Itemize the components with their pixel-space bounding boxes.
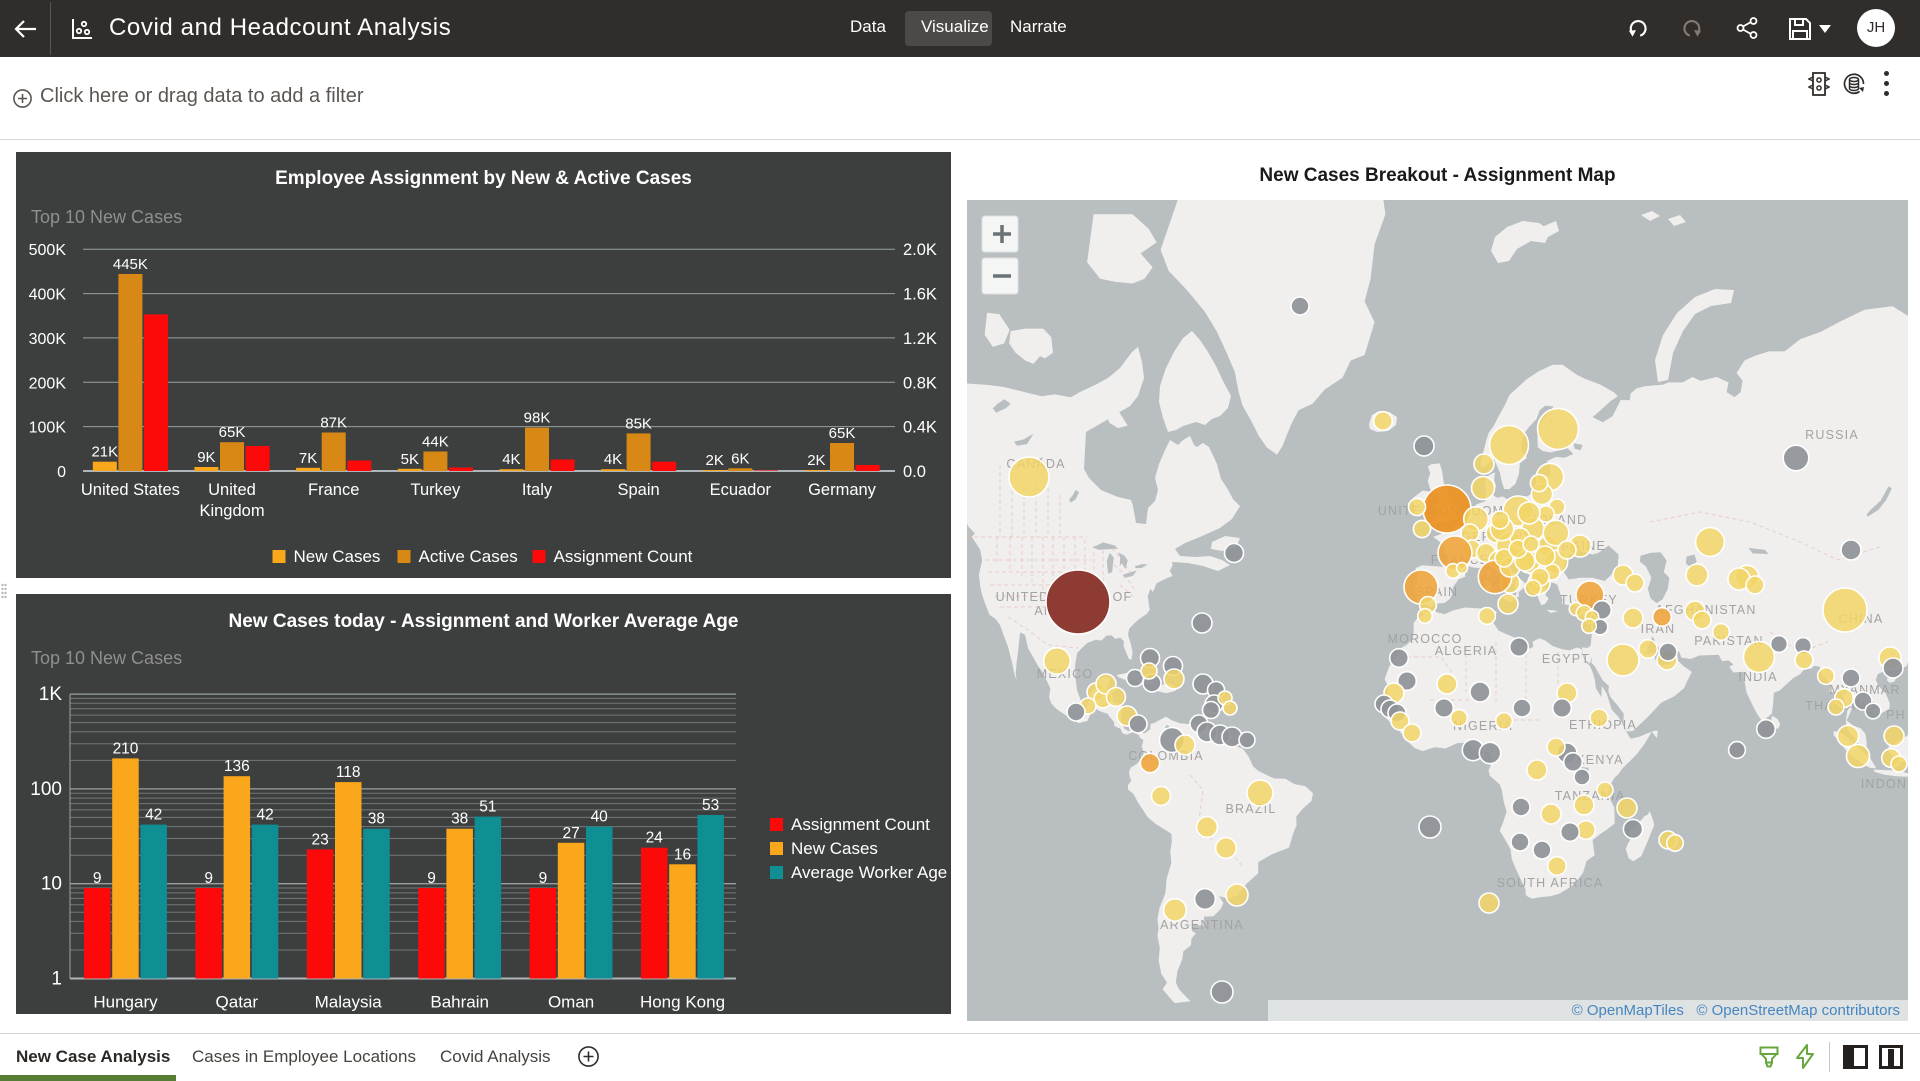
svg-text:24: 24 [646, 830, 664, 847]
svg-text:85K: 85K [625, 415, 652, 432]
svg-text:4K: 4K [604, 451, 622, 468]
svg-text:500K: 500K [29, 242, 67, 259]
svg-text:EGYPT: EGYPT [1542, 652, 1590, 666]
svg-text:87K: 87K [320, 415, 347, 432]
svg-text:136: 136 [224, 758, 250, 775]
svg-text:Oman: Oman [548, 993, 594, 1012]
svg-text:RUSSIA: RUSSIA [1805, 428, 1859, 442]
svg-text:65K: 65K [829, 425, 856, 442]
svg-text:42: 42 [256, 807, 273, 824]
svg-text:400K: 400K [29, 287, 67, 304]
svg-text:38: 38 [451, 811, 468, 828]
svg-text:Turkey: Turkey [410, 481, 461, 499]
svg-text:Germany: Germany [808, 481, 877, 499]
svg-text:New Cases: New Cases [294, 547, 381, 566]
svg-text:BRAZIL: BRAZIL [1226, 802, 1277, 816]
svg-text:40: 40 [591, 809, 609, 826]
svg-text:Assignment Count: Assignment Count [554, 547, 693, 566]
svg-text:Top 10 New Cases: Top 10 New Cases [31, 648, 182, 668]
svg-text:Top 10 New Cases: Top 10 New Cases [31, 207, 182, 227]
svg-text:0: 0 [57, 464, 66, 481]
svg-text:9: 9 [93, 870, 102, 887]
svg-text:9: 9 [427, 870, 436, 887]
svg-text:1.2K: 1.2K [903, 330, 937, 348]
svg-text:0.0: 0.0 [903, 463, 926, 481]
svg-text:© OpenMapTiles © OpenStreetM: © OpenMapTiles © OpenStreetMap contribut… [1572, 1002, 1900, 1019]
svg-text:200K: 200K [29, 375, 67, 392]
svg-text:38: 38 [368, 811, 385, 828]
svg-text:98K: 98K [524, 410, 551, 427]
svg-text:Italy: Italy [522, 481, 553, 499]
svg-text:Ecuador: Ecuador [710, 481, 772, 499]
svg-text:Assignment Count: Assignment Count [791, 815, 930, 834]
svg-text:4K: 4K [502, 451, 520, 468]
svg-text:2K: 2K [706, 452, 724, 469]
svg-text:Bahrain: Bahrain [430, 993, 489, 1012]
svg-text:PH: PH [1886, 708, 1906, 722]
svg-text:6K: 6K [731, 450, 749, 467]
svg-text:1K: 1K [39, 684, 63, 705]
svg-text:1: 1 [51, 969, 62, 990]
svg-text:2K: 2K [807, 452, 825, 469]
svg-text:100K: 100K [29, 420, 67, 437]
svg-text:65K: 65K [219, 424, 246, 441]
svg-text:Average Worker Age: Average Worker Age [791, 863, 947, 882]
svg-text:New Cases: New Cases [791, 839, 878, 858]
svg-text:Employee Assignment by New & A: Employee Assignment by New & Active Case… [275, 168, 692, 189]
svg-text:Spain: Spain [617, 481, 659, 499]
svg-text:53: 53 [702, 797, 719, 814]
svg-text:United States: United States [81, 481, 180, 499]
svg-text:France: France [308, 481, 359, 499]
svg-text:9: 9 [539, 870, 548, 887]
svg-text:100: 100 [30, 779, 62, 800]
svg-text:Qatar: Qatar [216, 993, 259, 1012]
svg-text:44K: 44K [422, 434, 449, 451]
svg-text:51: 51 [479, 799, 496, 816]
svg-text:Hungary: Hungary [93, 993, 158, 1012]
svg-text:Kingdom: Kingdom [199, 502, 264, 520]
svg-text:300K: 300K [29, 331, 67, 348]
svg-text:0.8K: 0.8K [903, 374, 937, 392]
svg-text:445K: 445K [113, 256, 148, 273]
svg-text:42: 42 [145, 807, 162, 824]
svg-text:9: 9 [204, 870, 213, 887]
svg-text:9K: 9K [197, 449, 215, 466]
svg-text:SOUTH AFRICA: SOUTH AFRICA [1497, 876, 1604, 890]
svg-text:2.0K: 2.0K [903, 241, 937, 259]
svg-text:10: 10 [41, 874, 62, 895]
svg-text:21K: 21K [91, 444, 118, 461]
svg-text:7K: 7K [299, 450, 317, 467]
svg-text:United: United [208, 481, 256, 499]
svg-text:0.4K: 0.4K [903, 419, 937, 437]
svg-text:Active Cases: Active Cases [419, 547, 518, 566]
svg-text:KENYA: KENYA [1576, 753, 1623, 767]
svg-text:Malaysia: Malaysia [315, 993, 383, 1012]
svg-text:New Cases today - Assignment a: New Cases today - Assignment and Worker … [229, 611, 739, 632]
svg-text:INDON: INDON [1861, 777, 1907, 791]
svg-text:27: 27 [562, 825, 579, 842]
svg-text:1.6K: 1.6K [903, 286, 937, 304]
svg-text:Hong Kong: Hong Kong [640, 993, 725, 1012]
svg-text:118: 118 [336, 764, 361, 781]
svg-text:16: 16 [674, 846, 691, 863]
svg-text:23: 23 [311, 831, 328, 848]
svg-text:ALGERIA: ALGERIA [1435, 644, 1498, 658]
svg-text:5K: 5K [401, 451, 419, 468]
svg-text:210: 210 [113, 740, 139, 757]
